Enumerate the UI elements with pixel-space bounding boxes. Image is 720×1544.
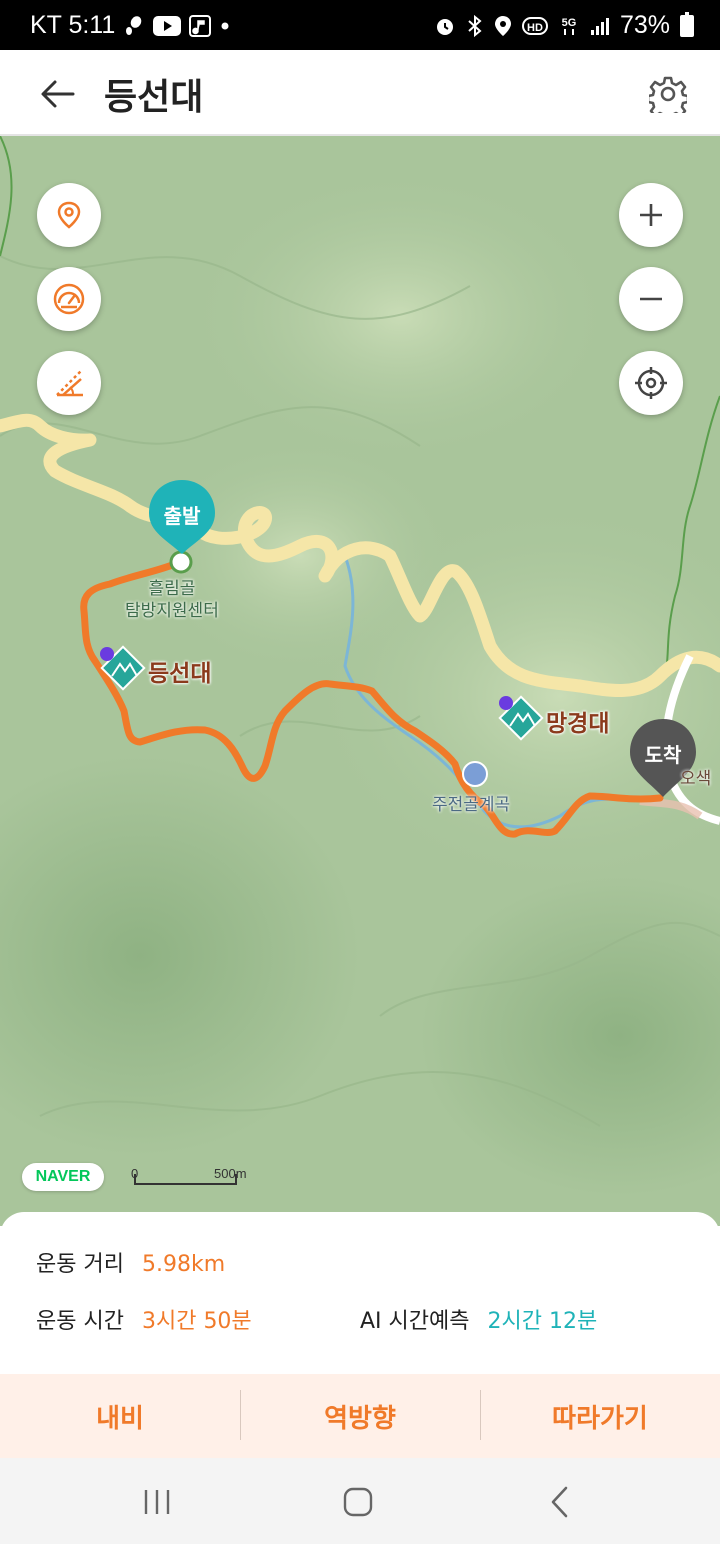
start-pin[interactable]: 출발 xyxy=(147,478,217,556)
home-icon xyxy=(343,1487,373,1517)
battery-icon xyxy=(680,11,694,37)
footprint-icon xyxy=(123,15,145,37)
time-row: 운동 시간 3시간 50분 xyxy=(36,1303,252,1335)
carrier-time: KT 5:11 xyxy=(30,11,116,39)
recent-apps-button[interactable] xyxy=(127,1480,187,1524)
hd-icon: HD xyxy=(521,16,548,36)
start-place-line2: 탐방지원센터 xyxy=(125,601,219,621)
distance-row: 운동 거리 5.98km xyxy=(36,1246,225,1278)
my-location-button[interactable] xyxy=(619,351,683,415)
naver-logo: NAVER xyxy=(22,1163,104,1191)
settings-button[interactable] xyxy=(646,72,690,116)
bluetooth-icon xyxy=(466,14,484,38)
arrow-left-icon xyxy=(41,80,75,108)
distance-label: 운동 거리 xyxy=(36,1252,124,1277)
speedometer-icon xyxy=(53,283,85,315)
youtube-icon xyxy=(153,15,182,36)
music-note-icon xyxy=(189,14,212,37)
page-title: 등선대 xyxy=(104,77,204,118)
slope-button[interactable] xyxy=(37,351,101,415)
start-place-line1: 흘림골 xyxy=(148,579,196,599)
start-place-label: 흘림골 탐방지원센터 xyxy=(125,578,219,622)
zoom-in-button[interactable] xyxy=(619,183,683,247)
app-header: 등선대 xyxy=(0,50,720,136)
status-bar: KT 5:11 HD 5G 73% xyxy=(0,0,720,50)
status-bar-left: KT 5:11 xyxy=(30,11,231,40)
reverse-button[interactable]: 역방향 xyxy=(240,1374,480,1458)
peak-label-2: 망경대 xyxy=(546,711,610,737)
start-pin-label: 출발 xyxy=(163,504,201,528)
dot-icon xyxy=(219,20,231,32)
ai-time-row: AI 시간예측 2시간 12분 xyxy=(360,1303,597,1335)
scale-max: 500m xyxy=(214,1166,247,1181)
alarm-icon xyxy=(434,15,456,37)
system-nav-bar xyxy=(0,1458,720,1544)
map-view[interactable]: 출발 도착 흘림골 탐방지원센터 등선대 망경대 주전골계곡 오색 NAVER … xyxy=(0,136,720,1226)
slope-icon xyxy=(56,370,83,397)
map-canvas xyxy=(0,136,720,1226)
battery-percent: 73% xyxy=(619,11,670,39)
home-button[interactable] xyxy=(328,1480,388,1524)
plus-icon xyxy=(640,204,662,226)
crosshair-icon xyxy=(635,367,667,399)
ai-time-label: AI 시간예측 xyxy=(360,1309,470,1334)
route-info-panel: 운동 거리 5.98km 운동 시간 3시간 50분 AI 시간예측 2시간 1… xyxy=(0,1212,720,1374)
time-label: 운동 시간 xyxy=(36,1309,124,1334)
speed-button[interactable] xyxy=(37,267,101,331)
back-chevron-icon xyxy=(551,1486,568,1518)
ai-time-value: 2시간 12분 xyxy=(487,1309,598,1334)
status-bar-right: HD 5G 73% xyxy=(434,11,694,40)
minus-icon xyxy=(640,297,662,301)
location-pin-icon xyxy=(57,201,81,229)
5g-label: 5G xyxy=(562,17,577,29)
edge-label: 오색 xyxy=(680,769,712,789)
peak-label-1: 등선대 xyxy=(148,661,212,687)
distance-value: 5.98km xyxy=(141,1252,226,1277)
hd-label: HD xyxy=(527,22,543,34)
back-button[interactable] xyxy=(36,72,80,116)
zoom-out-button[interactable] xyxy=(619,267,683,331)
location-button[interactable] xyxy=(37,183,101,247)
time-value: 3시간 50분 xyxy=(141,1309,252,1334)
location-icon xyxy=(494,15,512,37)
signal-icon xyxy=(590,16,610,36)
recent-apps-icon xyxy=(144,1490,170,1514)
valley-label: 주전골계곡 xyxy=(432,795,511,815)
navigate-button[interactable]: 내비 xyxy=(0,1374,240,1458)
gear-icon xyxy=(649,76,687,113)
scale-zero: 0 xyxy=(131,1166,139,1181)
follow-button[interactable]: 따라가기 xyxy=(480,1374,720,1458)
action-bar: 내비 역방향 따라가기 xyxy=(0,1374,720,1458)
5g-icon: 5G xyxy=(558,15,580,37)
system-back-button[interactable] xyxy=(530,1480,590,1524)
